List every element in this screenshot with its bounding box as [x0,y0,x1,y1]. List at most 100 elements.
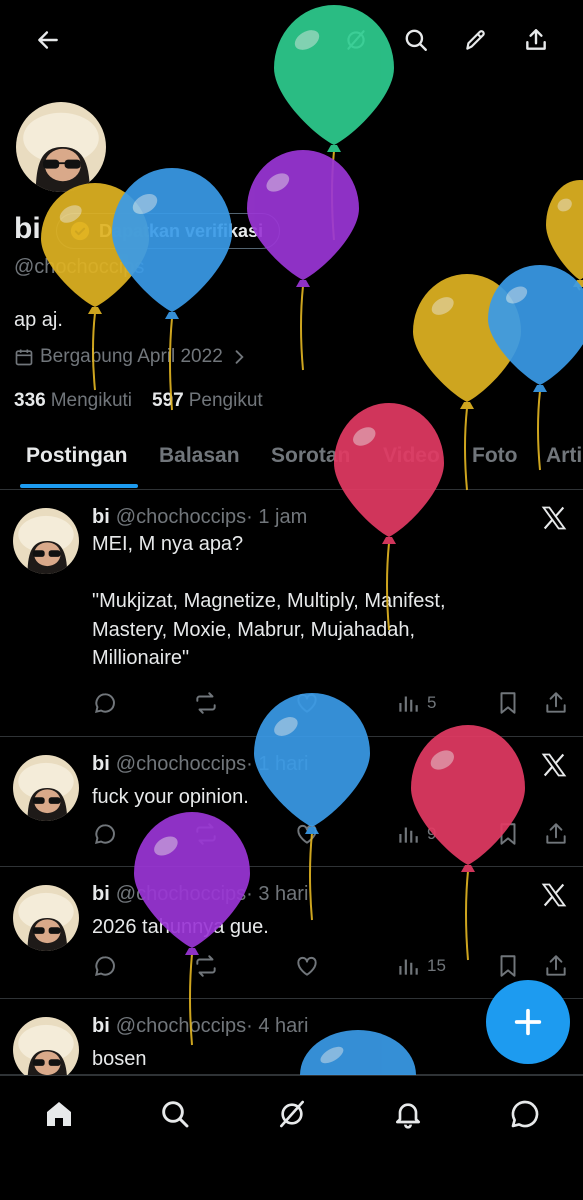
get-verified-button[interactable]: Dapatkan verifikasi [56,213,281,249]
post-author-name[interactable]: bi [92,1015,110,1037]
nav-notifications[interactable] [388,1094,428,1134]
share-icon [526,29,546,50]
bookmark-icon [500,692,516,714]
share-button[interactable] [543,690,569,716]
notifications-icon [396,1103,420,1129]
x-logo [540,504,568,532]
tab-sorotan[interactable]: Sorotan [271,444,350,468]
like-button[interactable] [294,821,320,847]
bookmark-icon [500,955,516,977]
post-header: bi @chochoccips· 3 hari [92,883,308,906]
reply-button[interactable] [92,821,118,847]
post-avatar[interactable] [13,885,79,951]
reply-button[interactable] [92,953,118,979]
post-time: · 3 hari [246,883,309,905]
avatar-image [13,1017,79,1083]
share-icon [546,692,566,713]
post-actions: 9 [92,821,572,851]
bookmark-button[interactable] [495,953,521,979]
like-icon [297,824,317,844]
views-button[interactable]: 5 [395,690,436,716]
views-count: 15 [427,956,446,975]
x-logo-icon [541,753,567,777]
followers-stat[interactable]: 597 Pengikut [152,390,263,412]
search-icon [405,29,427,51]
reply-button[interactable] [92,690,118,716]
joined-date[interactable]: Bergabung April 2022 [14,346,249,368]
post-avatar[interactable] [13,755,79,821]
like-button[interactable] [294,953,320,979]
avatar-image [16,102,106,192]
bookmark-button[interactable] [495,690,521,716]
views-count: 5 [427,693,437,712]
post-item[interactable]: bi @chochoccips· 1 jam MEI, M nya apa? "M… [0,490,583,737]
grok-icon [347,30,365,50]
following-label: Mengikuti [50,390,133,411]
views-button[interactable]: 9 [395,821,436,847]
like-icon [297,693,317,713]
following-stat[interactable]: 336 Mengikuti [14,390,132,412]
post-author-handle: @chochoccips [115,753,247,775]
followers-label: Pengikut [188,390,263,411]
top-bar [0,0,583,80]
messages-icon [511,1100,539,1128]
post-item[interactable]: bi @chochoccips· 1 hari fuck your opinion… [0,737,583,867]
active-tab-indicator [20,484,138,488]
post-item[interactable]: bi @chochoccips· 3 hari 2026 tahunnya gue… [0,867,583,999]
nav-grok[interactable] [272,1094,312,1134]
views-count: 9 [427,824,437,843]
profile-handle: @chochoccips [14,256,145,278]
like-button[interactable] [294,690,320,716]
balloon [546,180,583,291]
repost-button[interactable] [193,821,219,847]
post-author-handle: @chochoccips [115,883,247,905]
repost-button[interactable] [193,953,219,979]
views-icon [399,696,418,712]
share-button[interactable] [543,821,569,847]
views-icon [399,959,418,975]
tab-postingan[interactable]: Postingan [26,444,128,468]
back-button[interactable] [28,20,68,60]
share-button[interactable] [543,953,569,979]
views-button[interactable]: 15 [395,953,446,979]
avatar-image [13,508,79,574]
bookmark-button[interactable] [495,821,521,847]
tab-video[interactable]: Video [383,444,440,468]
share-icon [546,823,566,844]
tab-foto[interactable]: Foto [472,444,517,468]
nav-messages[interactable] [505,1094,545,1134]
nav-home[interactable] [39,1094,79,1134]
post-actions: 5 [92,690,572,720]
plus-icon [514,1008,542,1036]
tab-balasan[interactable]: Balasan [159,444,240,468]
verified-badge-icon [70,221,90,241]
post-actions: 15 [92,953,572,983]
post-author-name[interactable]: bi [92,753,110,775]
post-author-handle: @chochoccips [115,506,247,528]
profile-tabs: Postingan Balasan Sorotan Video Foto Art… [0,430,583,490]
post-header: bi @chochoccips· 4 hari [92,1015,308,1038]
grok-icon [280,1100,304,1128]
bottom-nav [0,1075,583,1200]
compose-button[interactable] [486,980,570,1064]
edit-button[interactable] [456,20,496,60]
profile-avatar[interactable] [13,99,109,195]
share-profile-button[interactable] [516,20,556,60]
repost-icon [196,692,216,714]
search-button[interactable] [396,20,436,60]
repost-button[interactable] [193,690,219,716]
follow-stats: 336 Mengikuti 597 Pengikut [14,390,263,412]
grok-button[interactable] [336,20,376,60]
post-avatar[interactable] [13,508,79,574]
post-text: fuck your opinion. [92,786,249,808]
post-author-name[interactable]: bi [92,506,110,528]
post-avatar[interactable] [13,1017,79,1083]
chevron-right-icon [235,350,244,364]
tab-artikel[interactable]: Artikel [546,444,583,468]
balloon [112,168,232,411]
avatar-image [13,755,79,821]
post-author-name[interactable]: bi [92,883,110,905]
reply-icon [95,824,115,844]
reply-icon [95,956,115,976]
nav-search[interactable] [155,1094,195,1134]
